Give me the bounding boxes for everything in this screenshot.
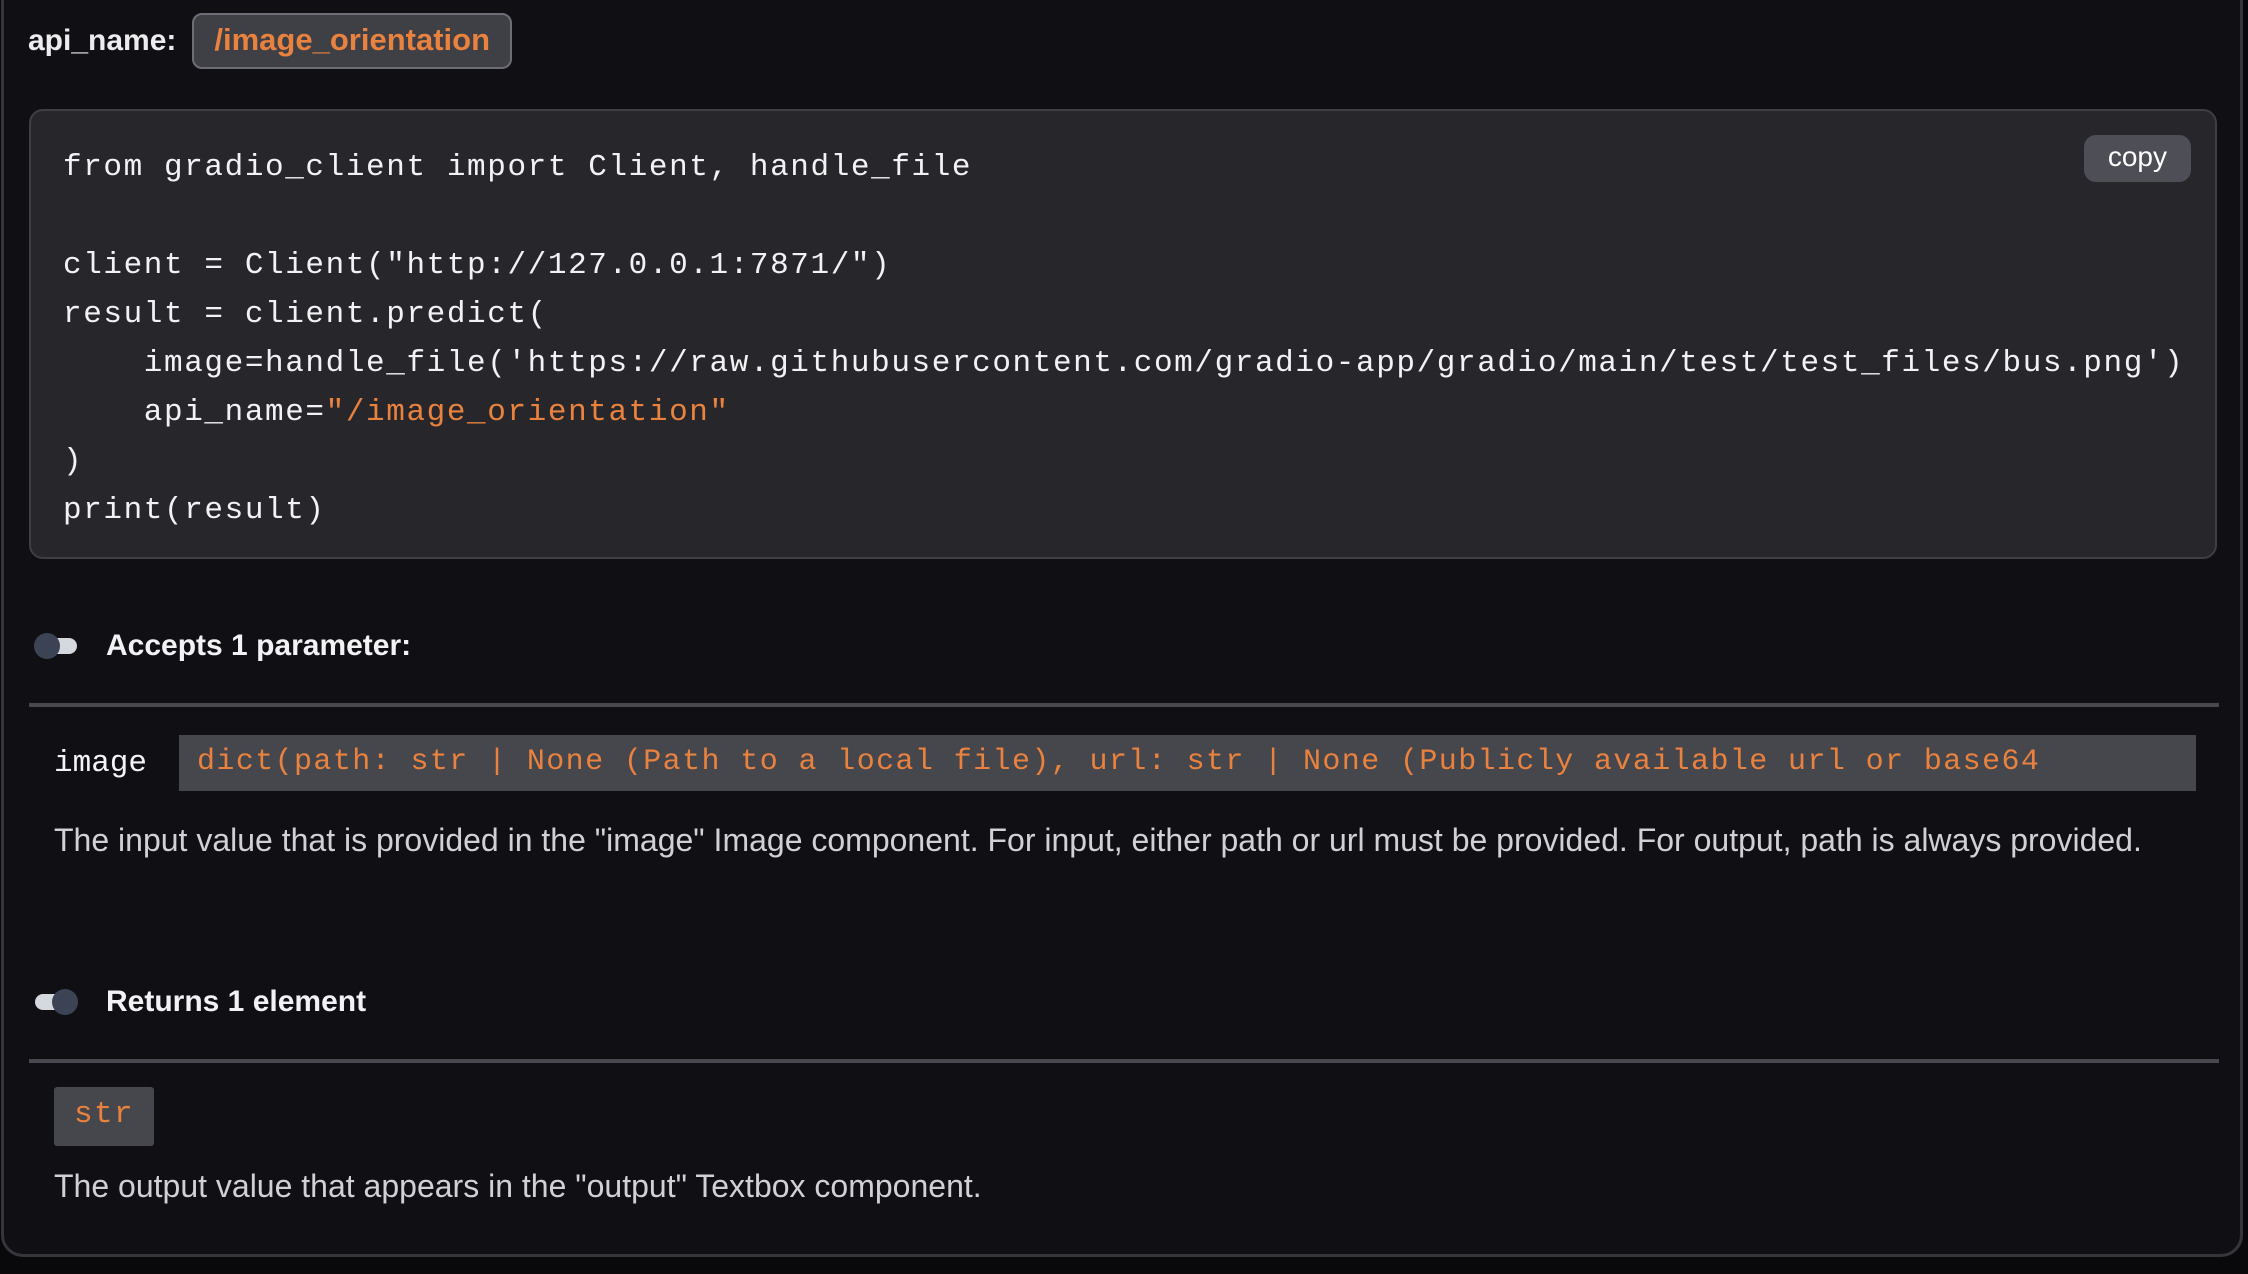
parameter-toggle-icon: [34, 633, 78, 659]
returns-heading-row: Returns 1 element: [34, 985, 366, 1019]
accepts-heading-row: Accepts 1 parameter:: [34, 629, 411, 663]
divider: [29, 1059, 2219, 1063]
return-type-badge: str: [54, 1087, 154, 1146]
api-name-header: api_name: /image_orientation: [28, 13, 512, 69]
endpoint-name-badge: /image_orientation: [192, 13, 512, 69]
parameter-type-badge: dict(path: str | None (Path to a local f…: [179, 735, 2196, 791]
code-content: from gradio_client import Client, handle…: [63, 143, 2215, 557]
api-name-label: api_name:: [28, 24, 176, 58]
return-description: The output value that appears in the "ou…: [54, 1155, 2214, 1217]
copy-button[interactable]: copy: [2084, 135, 2191, 182]
accepts-heading: Accepts 1 parameter:: [106, 629, 411, 663]
return-toggle-icon: [34, 989, 78, 1015]
parameter-description: The input value that is provided in the …: [54, 809, 2214, 871]
code-snippet-block: from gradio_client import Client, handle…: [29, 109, 2217, 559]
api-docs-panel: api_name: /image_orientation from gradio…: [1, 0, 2243, 1257]
divider: [29, 703, 2219, 707]
parameter-name: image: [54, 746, 147, 781]
returns-heading: Returns 1 element: [106, 985, 366, 1019]
parameter-row: image dict(path: str | None (Path to a l…: [54, 735, 2196, 791]
